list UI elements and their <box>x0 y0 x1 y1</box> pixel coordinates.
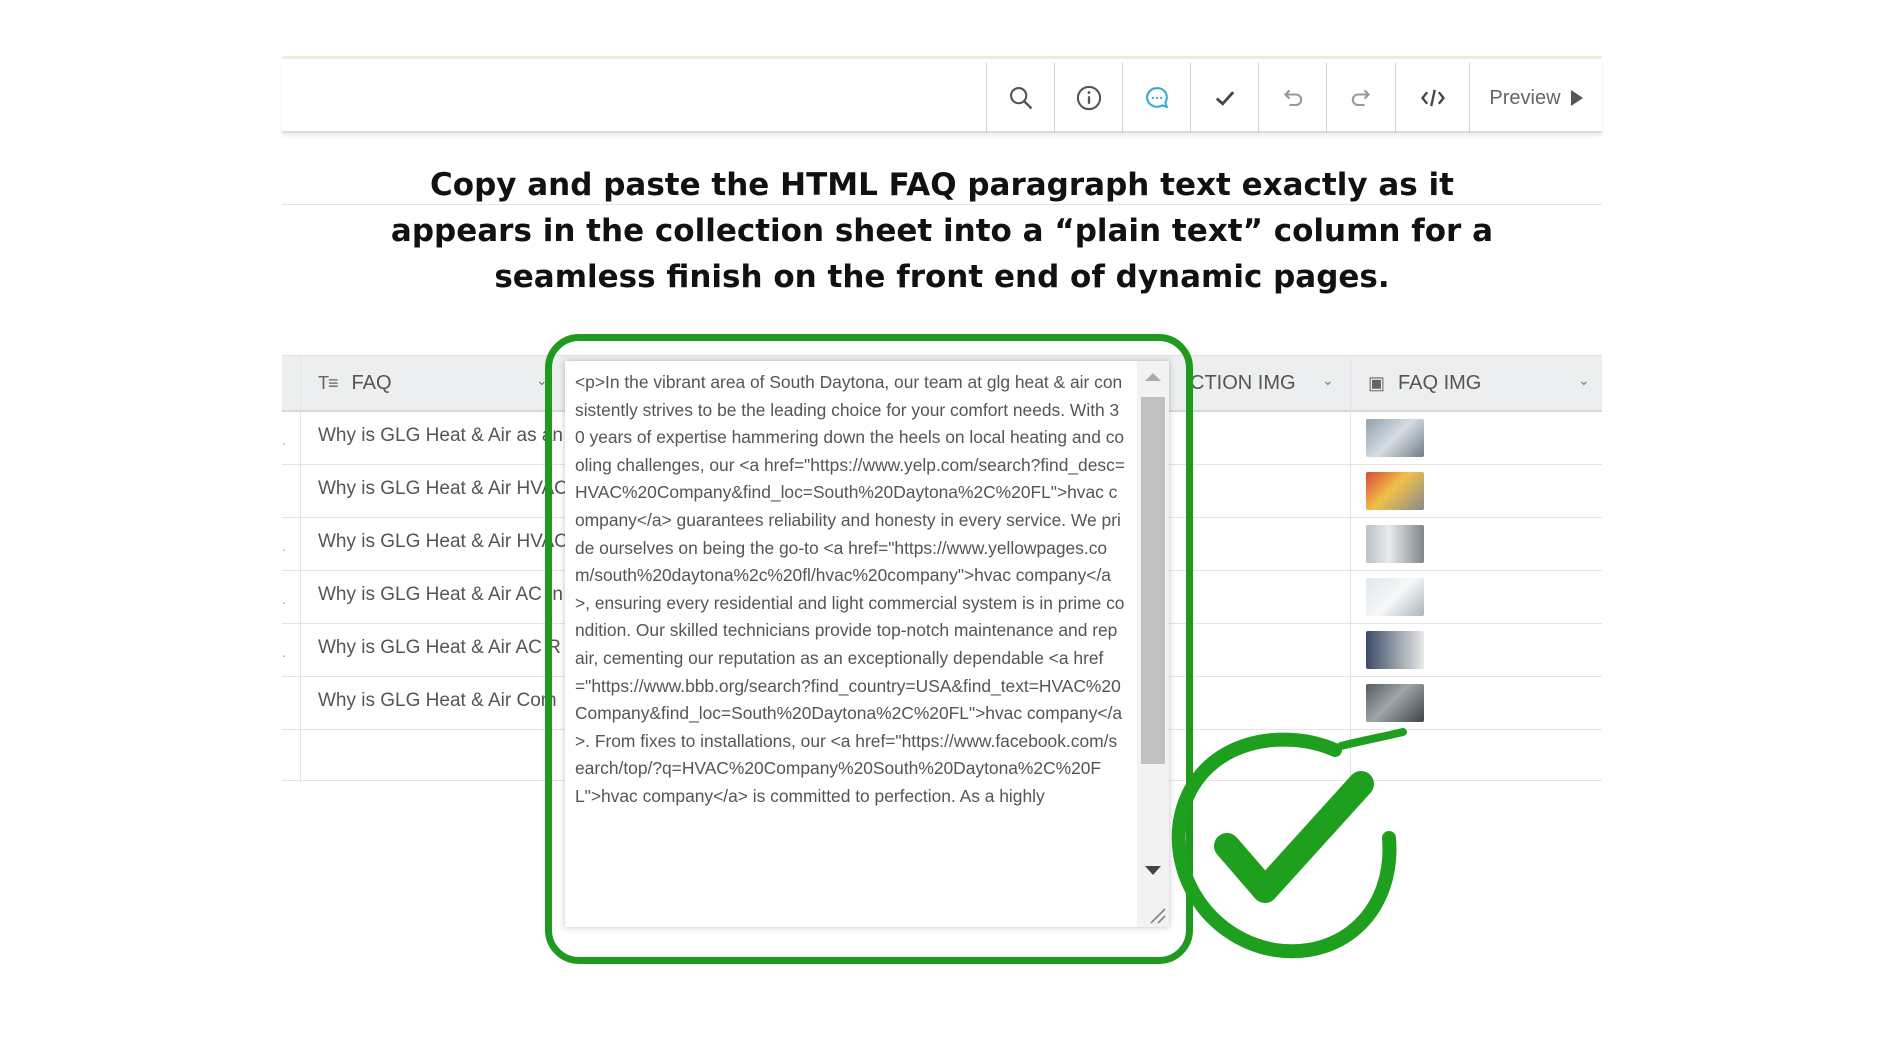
undo-icon <box>1283 89 1302 107</box>
faq-cell[interactable]: Why is GLG Heat & Air HVAC <box>318 531 578 553</box>
editor-toolbar: Preview <box>282 59 1602 133</box>
faq-cell[interactable]: Why is GLG Heat & Air as an <box>318 425 578 447</box>
search-icon <box>1009 87 1032 110</box>
comment-button[interactable] <box>1122 63 1190 133</box>
faq-html-text-area[interactable]: <p>In the vibrant area of South Daytona,… <box>575 369 1125 811</box>
row-marker: . <box>282 540 286 554</box>
row-marker: . <box>282 646 286 660</box>
scroll-up-arrow-icon[interactable] <box>1145 373 1161 381</box>
comment-icon <box>1145 87 1168 109</box>
faq-image-thumbnail[interactable] <box>1366 419 1424 457</box>
code-icon <box>1420 89 1445 107</box>
scroll-down-arrow-icon[interactable] <box>1145 866 1161 875</box>
faq-image-thumbnail[interactable] <box>1366 525 1424 563</box>
faq-cell[interactable]: Why is GLG Heat & Air Com <box>318 690 578 712</box>
scroll-thumb[interactable] <box>1141 397 1165 764</box>
column-header-faq-label: FAQ <box>351 372 392 394</box>
chevron-down-icon[interactable]: ⌄ <box>1578 373 1590 389</box>
redo-icon <box>1351 89 1370 107</box>
faq-image-thumbnail[interactable] <box>1366 578 1424 616</box>
column-header-faq-img[interactable]: ▣ FAQ IMG <box>1368 356 1481 411</box>
faq-image-thumbnail[interactable] <box>1366 472 1424 510</box>
undo-button[interactable] <box>1258 63 1326 133</box>
faq-image-thumbnail[interactable] <box>1366 684 1424 722</box>
image-field-icon: ▣ <box>1368 373 1385 393</box>
caption-line-2: appears in the collection sheet into a “… <box>390 213 1494 249</box>
faq-cell[interactable]: Why is GLG Heat & Air AC In <box>318 584 578 606</box>
cell-text-editor-popup[interactable]: <p>In the vibrant area of South Daytona,… <box>565 361 1169 927</box>
approve-button[interactable] <box>1190 63 1258 133</box>
row-marker: . <box>282 434 286 448</box>
green-checkmark-icon <box>1171 728 1407 959</box>
column-header-faq-img-label: FAQ IMG <box>1398 372 1482 394</box>
preview-button[interactable]: Preview <box>1469 63 1602 133</box>
search-button[interactable] <box>986 63 1054 133</box>
faq-cell[interactable]: Why is GLG Heat & Air HVAC <box>318 478 578 500</box>
faq-cell[interactable]: Why is GLG Heat & Air AC R <box>318 637 578 659</box>
text-field-icon: T≡ <box>318 373 338 393</box>
redo-button[interactable] <box>1326 63 1394 133</box>
faq-image-thumbnail[interactable] <box>1366 631 1424 669</box>
code-view-button[interactable] <box>1395 63 1469 133</box>
instruction-caption: Copy and paste the HTML FAQ paragraph te… <box>282 162 1602 300</box>
info-button[interactable] <box>1054 63 1122 133</box>
preview-label: Preview <box>1489 86 1561 109</box>
column-header-faq[interactable]: T≡ FAQ <box>318 356 540 411</box>
row-marker: . <box>282 593 286 607</box>
column-header-section-img-label: CTION IMG <box>1190 372 1296 394</box>
caption-line-3: seamless finish on the front end of dyna… <box>494 259 1390 295</box>
info-icon <box>1076 85 1101 111</box>
caption-line-1: Copy and paste the HTML FAQ paragraph te… <box>430 167 1454 203</box>
play-icon <box>1570 90 1583 106</box>
check-icon <box>1215 91 1234 106</box>
resize-handle-icon[interactable] <box>1145 903 1167 925</box>
chevron-down-icon[interactable]: ⌄ <box>1322 373 1334 389</box>
column-header-section-img[interactable]: CTION IMG <box>1190 356 1296 411</box>
